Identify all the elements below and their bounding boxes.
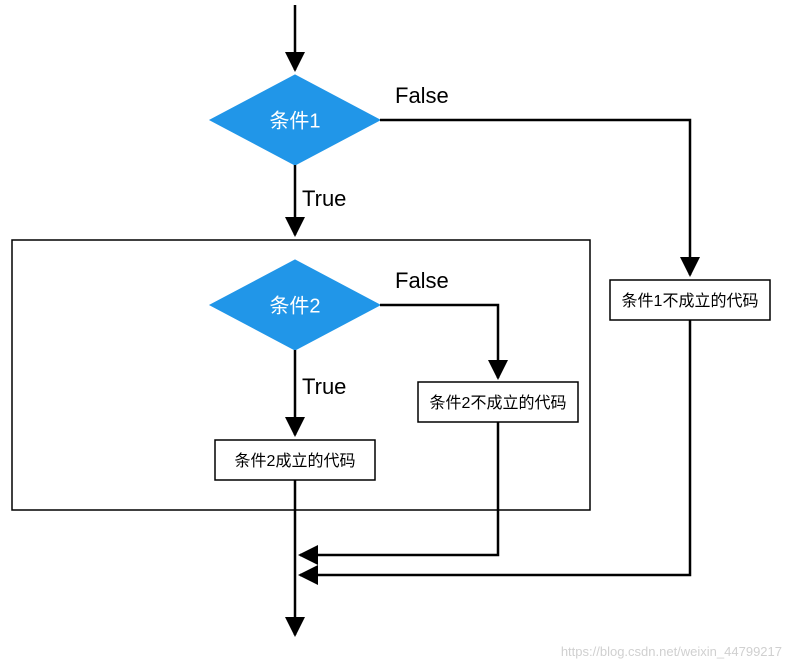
process-cond2-true-label: 条件2成立的代码 [235, 452, 356, 470]
edge-label-false2: False [395, 268, 449, 293]
decision-cond2-label: 条件2 [269, 294, 320, 317]
edge-label-false1: False [395, 83, 449, 108]
edge-cond1-false [380, 120, 690, 275]
edge-label-true1: True [302, 186, 346, 211]
watermark: https://blog.csdn.net/weixin_44799217 [561, 644, 782, 659]
process-cond2-false-label: 条件2不成立的代码 [430, 394, 567, 412]
decision-cond1-label: 条件1 [269, 109, 320, 132]
edge-label-true2: True [302, 374, 346, 399]
edge-cond2-false [380, 305, 498, 378]
flowchart-canvas: 条件1 False True 条件2 False True 条件2成立的代码 条… [0, 0, 788, 663]
process-cond1-false-label: 条件1不成立的代码 [622, 292, 759, 310]
